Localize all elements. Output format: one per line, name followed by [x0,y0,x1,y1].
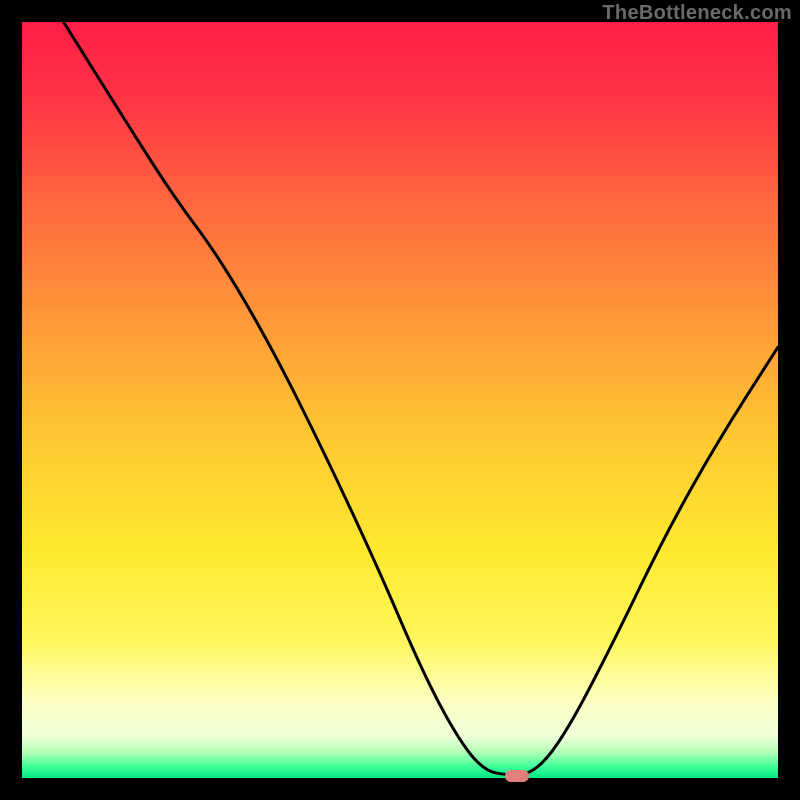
plot-area [22,22,778,778]
optimal-point-marker [505,770,529,782]
bottleneck-chart [22,22,778,778]
watermark-text: TheBottleneck.com [602,2,792,25]
chart-frame: TheBottleneck.com [0,0,800,800]
